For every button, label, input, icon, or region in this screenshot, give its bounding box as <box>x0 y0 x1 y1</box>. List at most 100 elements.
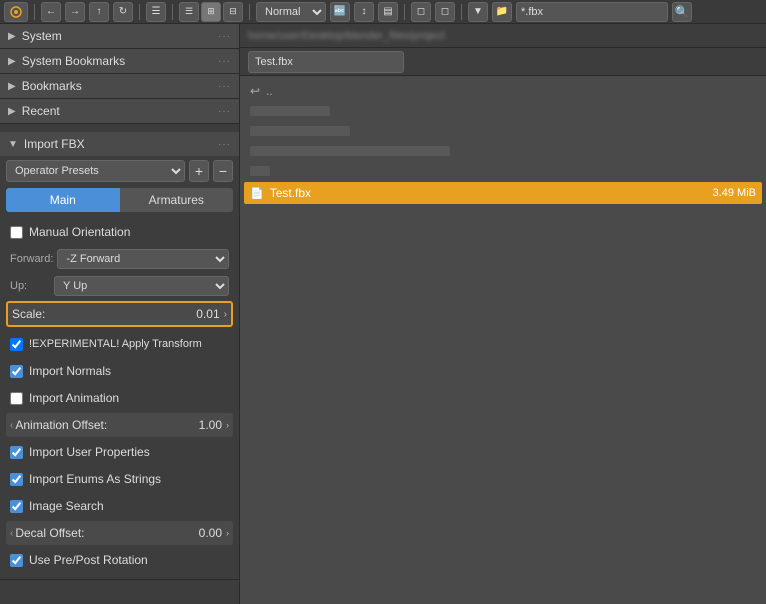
parent-dir-item[interactable]: ↩ .. <box>244 80 762 102</box>
image-search-row: Image Search <box>6 494 233 518</box>
tab-main[interactable]: Main <box>6 188 120 212</box>
import-animation-checkbox[interactable] <box>10 392 23 405</box>
blender-menu-btn[interactable] <box>4 2 28 22</box>
forward-field-row: Forward: -Z Forward <box>6 247 233 271</box>
animation-offset-value: 1.00 <box>199 418 222 432</box>
decal-offset-label: Decal Offset: <box>15 526 198 540</box>
image-search-checkbox[interactable] <box>10 500 23 513</box>
scale-row[interactable]: Scale: 0.01 › <box>6 301 233 327</box>
apply-transform-checkbox[interactable] <box>10 338 23 351</box>
sep6 <box>461 4 462 20</box>
system-bookmarks-header[interactable]: ▶ System Bookmarks ··· <box>0 49 239 73</box>
up-field-row: Up: Y Up <box>6 274 233 298</box>
parent-icon: ↩ <box>250 84 260 98</box>
decal-offset-arrow-right: › <box>226 528 229 538</box>
path-bar: home/user/Desktop/blender_files/project <box>240 24 766 48</box>
file-size-test-fbx: 3.49 MiB <box>713 187 756 199</box>
sep4 <box>249 4 250 20</box>
import-user-properties-label: Import User Properties <box>29 445 150 459</box>
bookmarks-header[interactable]: ▶ Bookmarks ··· <box>0 74 239 98</box>
nav-back-btn[interactable]: ← <box>41 2 61 22</box>
file-name-test-fbx: Test.fbx <box>270 186 713 200</box>
animation-offset-label: Animation Offset: <box>15 418 198 432</box>
system-bookmarks-arrow: ▶ <box>8 56 16 67</box>
filename-input[interactable] <box>248 51 404 73</box>
up-select[interactable]: Y Up <box>54 276 229 296</box>
sep5 <box>404 4 405 20</box>
import-enums-checkbox[interactable] <box>10 473 23 486</box>
toggle-btn[interactable]: ◻ <box>411 2 431 22</box>
blurred-file-3[interactable] <box>244 142 762 160</box>
grid-view-btn[interactable]: ⊞ <box>201 2 221 22</box>
operator-presets-select[interactable]: Operator Presets <box>6 160 185 182</box>
apply-transform-label: !EXPERIMENTAL! Apply Transform <box>29 338 202 350</box>
blurred-file-1[interactable] <box>244 102 762 120</box>
import-animation-row: Import Animation <box>6 386 233 410</box>
system-header[interactable]: ▶ System ··· <box>0 24 239 48</box>
system-title: System <box>22 29 218 43</box>
file-list: ↩ .. 📄 Test.fbx 3.49 MiB <box>240 76 766 604</box>
blurred-file-2[interactable] <box>244 122 762 140</box>
manual-orientation-checkbox[interactable] <box>10 226 23 239</box>
nav-forward-btn[interactable]: → <box>65 2 85 22</box>
search-btn[interactable]: 🔍 <box>672 2 692 22</box>
import-normals-row: Import Normals <box>6 359 233 383</box>
anim-offset-arrow-left: ‹ <box>10 420 13 431</box>
system-bookmarks-section: ▶ System Bookmarks ··· <box>0 49 239 74</box>
folder-btn[interactable]: 📁 <box>492 2 512 22</box>
import-fbx-dots: ··· <box>218 139 231 150</box>
import-fbx-content: Operator Presets + − Main Armatures Manu… <box>0 156 239 579</box>
nav-refresh-btn[interactable]: ↻ <box>113 2 133 22</box>
layout-btn[interactable]: ▤ <box>378 2 398 22</box>
system-bookmarks-title: System Bookmarks <box>22 54 218 68</box>
tab-armatures[interactable]: Armatures <box>120 188 234 212</box>
file-filter-input[interactable] <box>516 2 668 22</box>
filter-type-btn[interactable]: 🔤 <box>330 2 350 22</box>
top-toolbar: ← → ↑ ↻ ☰ ☰ ⊞ ⊟ Normal 🔤 ↕ ▤ ◻ ◻ ▼ 📁 🔍 <box>0 0 766 24</box>
apply-transform-row: !EXPERIMENTAL! Apply Transform <box>6 332 233 356</box>
manual-orientation-row: Manual Orientation <box>6 220 233 244</box>
list-view-btn[interactable]: ☰ <box>179 2 199 22</box>
use-pre-post-checkbox[interactable] <box>10 554 23 567</box>
import-fbx-section: ▼ Import FBX ··· Operator Presets + − Ma… <box>0 132 239 580</box>
preset-remove-btn[interactable]: − <box>213 160 233 182</box>
animation-offset-row[interactable]: ‹ Animation Offset: 1.00 › <box>6 413 233 437</box>
blurred-file-4[interactable] <box>244 162 762 180</box>
scale-value: 0.01 <box>196 307 219 321</box>
import-fbx-header[interactable]: ▼ Import FBX ··· <box>0 132 239 156</box>
sep3 <box>172 4 173 20</box>
decal-offset-row[interactable]: ‹ Decal Offset: 0.00 › <box>6 521 233 545</box>
decal-offset-arrow-left: ‹ <box>10 528 13 539</box>
scale-arrow-right: › <box>224 309 227 320</box>
tab-row: Main Armatures <box>6 188 233 212</box>
recent-header[interactable]: ▶ Recent ··· <box>0 99 239 123</box>
up-label: Up: <box>10 280 50 292</box>
import-user-properties-checkbox[interactable] <box>10 446 23 459</box>
sort-btn[interactable]: ↕ <box>354 2 374 22</box>
forward-label: Forward: <box>10 253 53 265</box>
nav-up-btn[interactable]: ↑ <box>89 2 109 22</box>
sep1 <box>34 4 35 20</box>
import-normals-checkbox[interactable] <box>10 365 23 378</box>
file-item-test-fbx[interactable]: 📄 Test.fbx 3.49 MiB <box>244 182 762 204</box>
bookmarks-dots: ··· <box>218 81 231 92</box>
system-arrow: ▶ <box>8 31 16 42</box>
column-view-btn[interactable]: ⊟ <box>223 2 243 22</box>
view-mode-select[interactable]: Normal <box>256 2 326 22</box>
forward-select[interactable]: -Z Forward <box>57 249 229 269</box>
import-enums-label: Import Enums As Strings <box>29 472 161 486</box>
toggle2-btn[interactable]: ◻ <box>435 2 455 22</box>
main-layout: ▶ System ··· ▶ System Bookmarks ··· ▶ Bo… <box>0 24 766 604</box>
scale-label: Scale: <box>12 307 196 321</box>
bookmark-btn[interactable]: ☰ <box>146 2 166 22</box>
operator-presets-row: Operator Presets + − <box>6 160 233 182</box>
preset-add-btn[interactable]: + <box>189 160 209 182</box>
import-animation-label: Import Animation <box>29 391 119 405</box>
blurred-text-1 <box>250 106 330 116</box>
recent-title: Recent <box>22 104 218 118</box>
filter-btn[interactable]: ▼ <box>468 2 488 22</box>
use-pre-post-label: Use Pre/Post Rotation <box>29 553 148 567</box>
import-user-properties-row: Import User Properties <box>6 440 233 464</box>
import-normals-label: Import Normals <box>29 364 111 378</box>
system-section: ▶ System ··· <box>0 24 239 49</box>
